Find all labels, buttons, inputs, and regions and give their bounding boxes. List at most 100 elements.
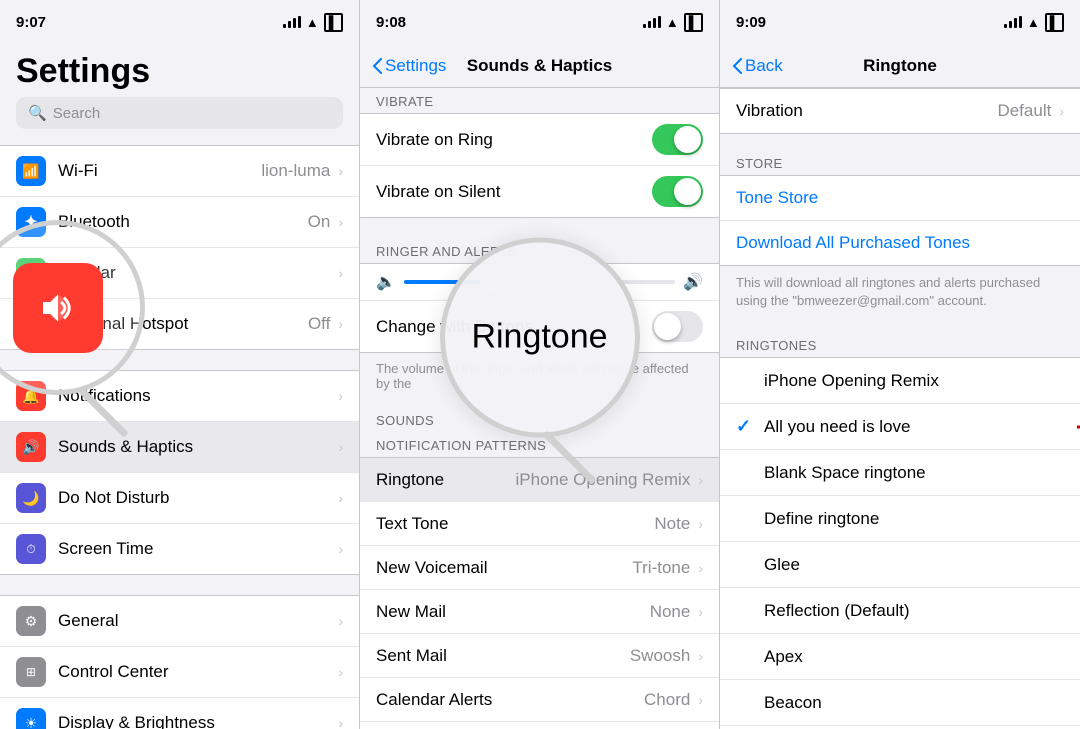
vibration-value: Default	[997, 101, 1051, 121]
sounds-item[interactable]: 🔊 Sounds & Haptics ›	[0, 422, 359, 473]
notifications-label: Notifications	[58, 386, 336, 406]
chevron-icon: ›	[698, 604, 703, 620]
bluetooth-item[interactable]: ✦ Bluetooth On ›	[0, 197, 359, 248]
ringtone-list-item[interactable]: ✓ Blank Space ringtone	[720, 450, 1080, 496]
sounds-scroll: VIBRATE Vibrate on Ring Vibrate on Silen…	[360, 88, 719, 729]
search-icon: 🔍	[28, 104, 47, 122]
chevron-icon: ›	[338, 664, 343, 680]
hotspot-item[interactable]: ⊕ Personal Hotspot Off ›	[0, 299, 359, 349]
volume-note: The volume of the ringer and alerts will…	[360, 353, 719, 403]
ringtone-list-item[interactable]: ✓ Define ringtone	[720, 496, 1080, 542]
dnd-label: Do Not Disturb	[58, 488, 336, 508]
wifi-item[interactable]: 📶 Wi-Fi lion-luma ›	[0, 146, 359, 197]
chevron-icon: ›	[698, 472, 703, 488]
ringtone-panel: 9:09 ▲ ▌ Back Ringtone Vibration De	[720, 0, 1080, 729]
wifi-status-icon: ▲	[306, 15, 319, 30]
wifi-icon: 📶	[16, 156, 46, 186]
sent-mail-value: Swoosh	[630, 646, 690, 666]
status-bar: 9:08 ▲ ▌	[360, 0, 719, 44]
chevron-icon: ›	[698, 648, 703, 664]
cellular-item[interactable]: ((|)) Cellular ›	[0, 248, 359, 299]
tone-store-item[interactable]: Tone Store	[720, 176, 1080, 221]
ringtone-list-item[interactable]: ✓ Glee	[720, 542, 1080, 588]
ringtone-item[interactable]: Ringtone iPhone Opening Remix ›	[360, 458, 719, 502]
notifications-group: 🔔 Notifications › 🔊 Sounds & Haptics › 🌙…	[0, 370, 359, 575]
toggle-thumb	[654, 313, 681, 340]
vibrate-ring-item[interactable]: Vibrate on Ring	[360, 114, 719, 166]
notifications-item[interactable]: 🔔 Notifications ›	[0, 371, 359, 422]
ringtone-name: Define ringtone	[760, 509, 1064, 529]
signal-icon	[1004, 16, 1022, 28]
back-chevron-icon	[732, 58, 742, 74]
vibrate-group: Vibrate on Ring Vibrate on Silent	[360, 113, 719, 218]
tone-store-label: Tone Store	[736, 188, 818, 207]
chevron-icon: ›	[1059, 103, 1064, 119]
chevron-icon: ›	[338, 316, 343, 332]
toggle-thumb	[674, 178, 701, 205]
notification-header: NOTIFICATION PATTERNS	[360, 432, 719, 457]
sounds-label: Sounds & Haptics	[58, 437, 336, 457]
back-chevron-icon	[372, 58, 382, 74]
vibrate-silent-item[interactable]: Vibrate on Silent	[360, 166, 719, 217]
screentime-item[interactable]: ⏱ Screen Time ›	[0, 524, 359, 574]
reminder-alerts-item[interactable]: Reminder Alerts Chord ›	[360, 722, 719, 729]
bluetooth-value: On	[308, 212, 331, 232]
ringtone-list-item[interactable]: ✓ Beacon	[720, 680, 1080, 726]
vibrate-ring-label: Vibrate on Ring	[376, 130, 652, 150]
display-icon: ☀	[16, 708, 46, 729]
ringtone-name: iPhone Opening Remix	[760, 371, 1064, 391]
general-label: General	[58, 611, 336, 631]
chevron-icon: ›	[338, 265, 343, 281]
text-tone-label: Text Tone	[376, 514, 654, 534]
dnd-icon: 🌙	[16, 483, 46, 513]
change-buttons-item[interactable]: Change with Buttons	[360, 301, 719, 353]
ringtone-scroll: Vibration Default › STORE Tone Store Dow…	[720, 88, 1080, 729]
vibrate-ring-toggle[interactable]	[652, 124, 703, 155]
sent-mail-item[interactable]: Sent Mail Swoosh ›	[360, 634, 719, 678]
calendar-alerts-item[interactable]: Calendar Alerts Chord ›	[360, 678, 719, 722]
back-button[interactable]: Settings	[372, 56, 446, 76]
toggle-thumb	[674, 126, 701, 153]
search-bar[interactable]: 🔍 Search	[16, 97, 343, 129]
ringtone-list-item[interactable]: ✓ Reflection (Default)	[720, 588, 1080, 634]
general-icon: ⚙	[16, 606, 46, 636]
status-icons: ▲ ▌	[643, 13, 703, 32]
volume-slider-row: 🔈 🔊	[360, 263, 719, 301]
vibration-group: Vibration Default ›	[720, 88, 1080, 134]
wifi-label: Wi-Fi	[58, 161, 261, 181]
chevron-icon: ›	[698, 516, 703, 532]
display-item[interactable]: ☀ Display & Brightness ›	[0, 698, 359, 729]
settings-scroll: 📶 Wi-Fi lion-luma › ✦ Bluetooth On › ((|…	[0, 145, 359, 729]
download-tones-item[interactable]: Download All Purchased Tones	[720, 221, 1080, 265]
general-item[interactable]: ⚙ General ›	[0, 596, 359, 647]
back-button[interactable]: Back	[732, 56, 783, 76]
status-time: 9:09	[736, 14, 766, 31]
vibrate-silent-label: Vibrate on Silent	[376, 182, 652, 202]
text-tone-item[interactable]: Text Tone Note ›	[360, 502, 719, 546]
ringtone-list-item[interactable]: ✓ iPhone Opening Remix	[720, 358, 1080, 404]
status-time: 9:08	[376, 14, 406, 31]
new-mail-value: None	[650, 602, 691, 622]
volume-slider[interactable]	[404, 280, 675, 284]
cellular-icon: ((|))	[16, 258, 46, 288]
notification-patterns-group: Ringtone iPhone Opening Remix › Text Ton…	[360, 457, 719, 729]
bluetooth-label: Bluetooth	[58, 212, 308, 232]
ringtone-list-item[interactable]: ✓ Apex	[720, 634, 1080, 680]
calendar-alerts-label: Calendar Alerts	[376, 690, 644, 710]
dnd-item[interactable]: 🌙 Do Not Disturb ›	[0, 473, 359, 524]
signal-icon	[643, 16, 661, 28]
ringtone-name: Beacon	[760, 693, 1064, 713]
back-label: Settings	[385, 56, 446, 76]
vibrate-silent-toggle[interactable]	[652, 176, 703, 207]
ringtone-list-item[interactable]: ✓ All you need is love	[720, 404, 1080, 450]
control-center-item[interactable]: ⊞ Control Center ›	[0, 647, 359, 698]
chevron-icon: ›	[338, 163, 343, 179]
change-buttons-toggle[interactable]	[652, 311, 703, 342]
new-voicemail-item[interactable]: New Voicemail Tri-tone ›	[360, 546, 719, 590]
red-arrow	[1075, 413, 1080, 441]
new-mail-item[interactable]: New Mail None ›	[360, 590, 719, 634]
status-bar: 9:09 ▲ ▌	[720, 0, 1080, 44]
vibrate-header: VIBRATE	[360, 88, 719, 113]
settings-panel: 9:07 ▲ ▌ Settings 🔍 Search 📶 Wi-Fi	[0, 0, 360, 729]
vibration-item[interactable]: Vibration Default ›	[720, 89, 1080, 133]
